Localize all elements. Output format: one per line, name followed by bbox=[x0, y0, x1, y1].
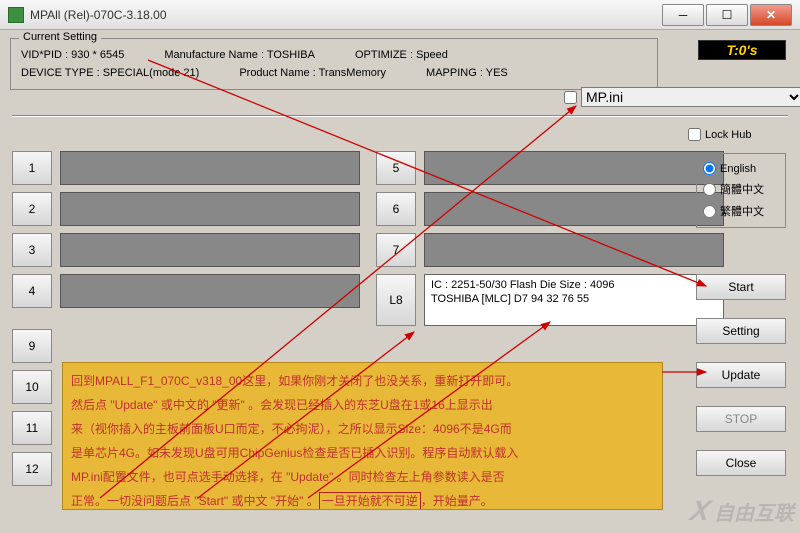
lang-simplified-radio[interactable] bbox=[703, 183, 716, 196]
slot-button-6[interactable]: 6 bbox=[376, 192, 416, 226]
slot-button-1[interactable]: 1 bbox=[12, 151, 52, 185]
device-type-label: DEVICE TYPE : SPECIAL(mode 21) bbox=[21, 67, 199, 79]
close-button[interactable]: Close bbox=[696, 450, 786, 476]
timer-display: T:0's bbox=[698, 40, 786, 60]
slot-display-2 bbox=[60, 192, 360, 226]
optimize-label: OPTIMIZE : Speed bbox=[355, 49, 448, 61]
slot-display-4 bbox=[60, 274, 360, 308]
mapping-label: MAPPING : YES bbox=[426, 67, 508, 79]
divider bbox=[12, 115, 788, 117]
slot-button-4[interactable]: 4 bbox=[12, 274, 52, 308]
lang-traditional-radio[interactable] bbox=[703, 205, 716, 218]
slot-button-2[interactable]: 2 bbox=[12, 192, 52, 226]
slot-display-5 bbox=[424, 151, 724, 185]
slot-button-9[interactable]: 9 bbox=[12, 329, 52, 363]
lock-hub-label: Lock Hub bbox=[705, 129, 751, 141]
close-window-button[interactable]: ✕ bbox=[750, 4, 792, 26]
slot-display-l8: IC : 2251-50/30 Flash Die Size : 4096 TO… bbox=[424, 274, 724, 326]
slot-button-l8[interactable]: L8 bbox=[376, 274, 416, 326]
current-setting-legend: Current Setting bbox=[19, 31, 101, 43]
lock-hub-checkbox[interactable] bbox=[688, 128, 701, 141]
warning-highlight: 一旦开始就不可逆 bbox=[319, 492, 421, 510]
ic-info: IC : 2251-50/30 Flash Die Size : 4096 bbox=[431, 278, 717, 292]
maximize-button[interactable]: ☐ bbox=[706, 4, 748, 26]
language-group: English 簡體中文 繁體中文 bbox=[696, 153, 786, 228]
slot-button-3[interactable]: 3 bbox=[12, 233, 52, 267]
minimize-button[interactable]: ─ bbox=[662, 4, 704, 26]
slot-button-10[interactable]: 10 bbox=[12, 370, 52, 404]
slot-button-12[interactable]: 12 bbox=[12, 452, 52, 486]
flash-info: TOSHIBA [MLC] D7 94 32 76 55 bbox=[431, 292, 717, 306]
start-button[interactable]: Start bbox=[696, 274, 786, 300]
slot-button-11[interactable]: 11 bbox=[12, 411, 52, 445]
lang-english-radio[interactable] bbox=[703, 162, 716, 175]
instruction-overlay: 回到MPALL_F1_070C_v318_00这里，如果你刚才关闭了也没关系，重… bbox=[62, 362, 663, 510]
setting-button[interactable]: Setting bbox=[696, 318, 786, 344]
slot-display-1 bbox=[60, 151, 360, 185]
config-file-checkbox[interactable] bbox=[564, 91, 577, 104]
watermark: X自由互联 bbox=[691, 495, 794, 527]
stop-button: STOP bbox=[696, 406, 786, 432]
slot-button-7[interactable]: 7 bbox=[376, 233, 416, 267]
slot-display-3 bbox=[60, 233, 360, 267]
product-name-label: Product Name : TransMemory bbox=[239, 67, 386, 79]
slot-display-7 bbox=[424, 233, 724, 267]
update-button[interactable]: Update bbox=[696, 362, 786, 388]
vid-pid-label: VID*PID : 930 * 6545 bbox=[21, 49, 124, 61]
config-file-select[interactable]: MP.ini bbox=[581, 87, 800, 107]
slot-display-6 bbox=[424, 192, 724, 226]
app-icon bbox=[8, 7, 24, 23]
current-setting-group: Current Setting VID*PID : 930 * 6545 Man… bbox=[10, 38, 658, 90]
manufacture-label: Manufacture Name : TOSHIBA bbox=[164, 49, 315, 61]
slot-button-5[interactable]: 5 bbox=[376, 151, 416, 185]
window-title: MPAll (Rel)-070C-3.18.00 bbox=[30, 8, 660, 22]
